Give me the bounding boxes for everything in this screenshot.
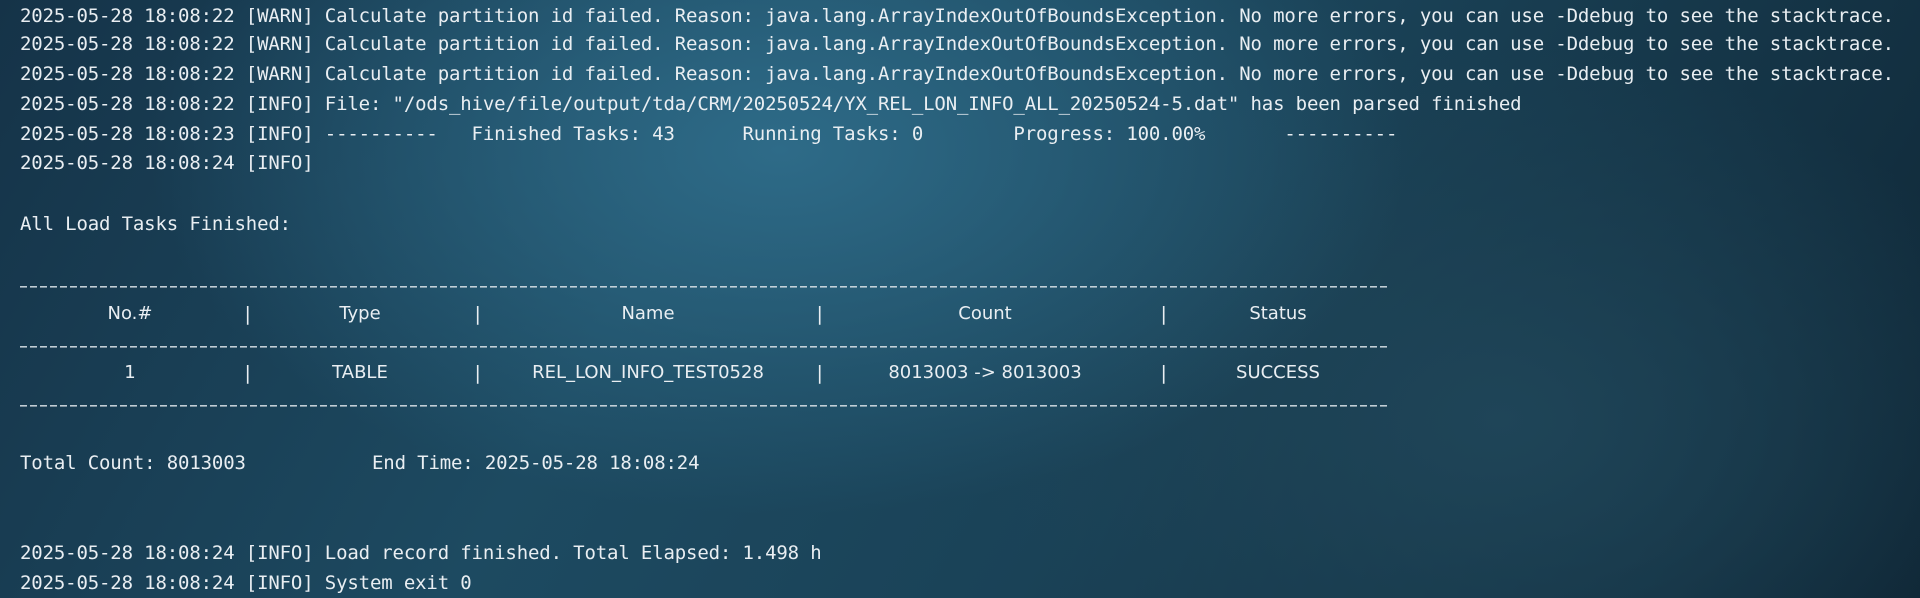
log-line: 2025-05-28 18:08:22 [WARN] Calculate par… bbox=[20, 5, 1894, 27]
header-status: Status bbox=[1249, 303, 1307, 324]
header-name: Name bbox=[621, 303, 675, 324]
log-line: 2025-05-28 18:08:22 [WARN] Calculate par… bbox=[20, 63, 1894, 85]
column-divider: | bbox=[472, 303, 484, 325]
column-divider: | bbox=[1158, 362, 1170, 384]
header-no: No.# bbox=[107, 303, 153, 324]
header-type: Type bbox=[339, 303, 381, 324]
cell-status: SUCCESS bbox=[1236, 362, 1320, 383]
column-divider: | bbox=[1158, 303, 1170, 325]
end-time: End Time: 2025-05-28 18:08:24 bbox=[372, 452, 700, 474]
column-divider: | bbox=[814, 303, 826, 325]
summary-heading: All Load Tasks Finished: bbox=[20, 213, 291, 235]
log-line: 2025-05-28 18:08:24 [INFO] System exit 0 bbox=[20, 572, 472, 594]
cell-no: 1 bbox=[124, 362, 136, 383]
total-count: Total Count: 8013003 bbox=[20, 452, 246, 474]
column-divider: | bbox=[814, 362, 826, 384]
column-divider: | bbox=[242, 303, 254, 325]
log-line: 2025-05-28 18:08:24 [INFO] Load record f… bbox=[20, 542, 822, 564]
cell-type: TABLE bbox=[332, 362, 388, 383]
table-separator bbox=[20, 280, 1388, 292]
header-count: Count bbox=[958, 303, 1012, 324]
terminal-window[interactable]: 2025-05-28 18:08:22 [WARN] Calculate par… bbox=[0, 0, 1920, 598]
table-separator bbox=[20, 340, 1388, 352]
table-separator bbox=[20, 399, 1388, 411]
cell-count: 8013003 -> 8013003 bbox=[888, 362, 1082, 383]
log-line: 2025-05-28 18:08:23 [INFO] ---------- Fi… bbox=[20, 123, 1398, 145]
log-line: 2025-05-28 18:08:24 [INFO] bbox=[20, 152, 314, 174]
cell-name: REL_LON_INFO_TEST0528 bbox=[532, 362, 764, 383]
column-divider: | bbox=[242, 362, 254, 384]
log-line: 2025-05-28 18:08:22 [INFO] File: "/ods_h… bbox=[20, 93, 1522, 115]
log-line: 2025-05-28 18:08:22 [WARN] Calculate par… bbox=[20, 33, 1894, 55]
column-divider: | bbox=[472, 362, 484, 384]
